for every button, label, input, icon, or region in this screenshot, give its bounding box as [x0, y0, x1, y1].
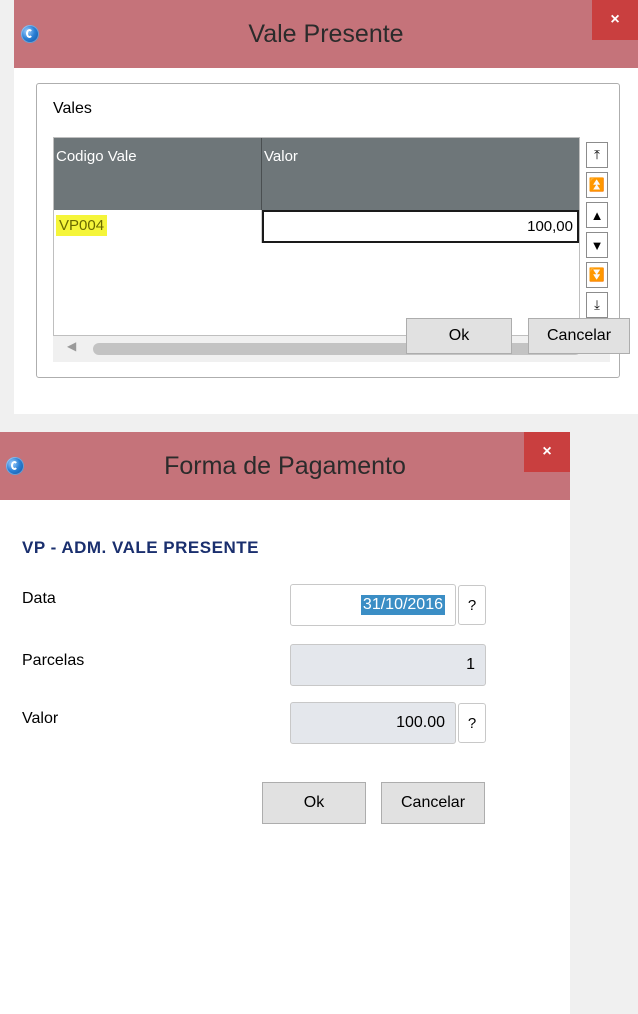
cell-valor[interactable]: 100,00 [262, 210, 579, 243]
valor-field: 100.00 [290, 702, 456, 744]
valor-label: Valor [22, 710, 59, 727]
group-label: Vales [53, 100, 92, 117]
window-title: Vale Presente [248, 19, 404, 48]
column-header-valor[interactable]: Valor [262, 138, 579, 210]
ok-button[interactable]: Ok [262, 782, 366, 824]
payment-heading: VP - ADM. VALE PRESENTE [22, 538, 259, 557]
valor-help-button[interactable]: ? [458, 703, 486, 743]
scroll-bottom-icon[interactable]: ⤓ [586, 292, 608, 318]
horizontal-scrollbar[interactable]: ◀ ▶ [53, 336, 610, 362]
data-help-button[interactable]: ? [458, 585, 486, 625]
app-logo-icon [21, 25, 39, 43]
column-header-codigo[interactable]: Codigo Vale [54, 138, 262, 210]
scroll-down-icon[interactable]: ▼ [586, 232, 608, 258]
grid-header: Codigo Vale Valor [54, 138, 579, 210]
cancel-button[interactable]: Cancelar [381, 782, 485, 824]
window-title: Forma de Pagamento [164, 451, 406, 480]
ok-button[interactable]: Ok [406, 318, 512, 354]
page-down-icon[interactable]: ⏬ [586, 262, 608, 288]
vertical-scroll-buttons: ⤒ ⏫ ▲ ▼ ⏬ ⤓ [586, 142, 610, 318]
scroll-up-icon[interactable]: ▲ [586, 202, 608, 228]
parcelas-field: 1 [290, 644, 486, 686]
forma-pagamento-title-bar[interactable]: Forma de Pagamento × [0, 432, 570, 500]
parcelas-label: Parcelas [22, 652, 85, 669]
vale-presente-dialog: Vales Codigo Vale Valor VP004 100,00 ⤒ ⏫… [14, 68, 638, 414]
vales-grid[interactable]: Codigo Vale Valor VP004 100,00 [53, 137, 580, 336]
scroll-top-icon[interactable]: ⤒ [586, 142, 608, 168]
scroll-left-icon[interactable]: ◀ [67, 339, 76, 353]
data-value: 31/10/2016 [360, 595, 445, 615]
app-logo-icon [6, 457, 24, 475]
page-up-icon[interactable]: ⏫ [586, 172, 608, 198]
data-label: Data [22, 590, 56, 607]
close-icon[interactable]: × [592, 0, 638, 40]
data-field[interactable]: 31/10/2016 [290, 584, 456, 626]
cancel-button[interactable]: Cancelar [528, 318, 630, 354]
codigo-value: VP004 [56, 215, 108, 236]
vale-presente-title-bar[interactable]: Vale Presente × [14, 0, 638, 68]
table-row[interactable]: VP004 100,00 [54, 210, 579, 243]
forma-pagamento-dialog: VP - ADM. VALE PRESENTE Data 31/10/2016 … [0, 500, 570, 1014]
close-icon[interactable]: × [524, 432, 570, 472]
cell-codigo-vale[interactable]: VP004 [54, 210, 262, 243]
